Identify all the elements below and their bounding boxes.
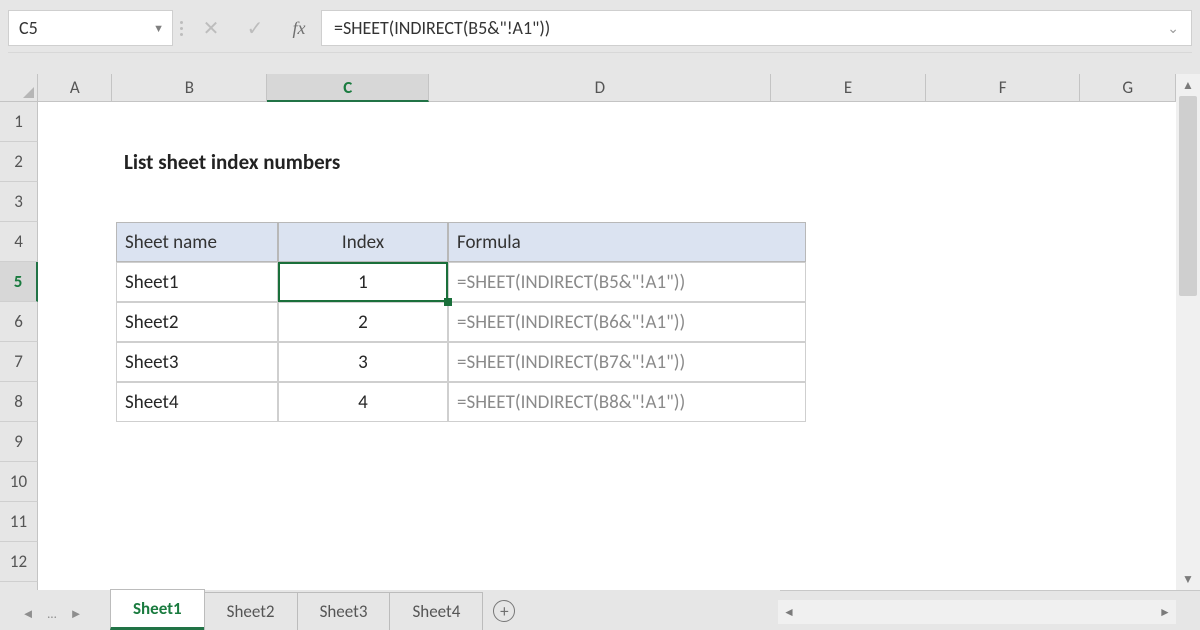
chevron-up-icon: ▲ xyxy=(1182,78,1194,93)
row-1 xyxy=(38,102,1176,142)
col-header-G[interactable]: G xyxy=(1080,74,1175,101)
cell-D5[interactable]: =SHEET(INDIRECT(B5&"!A1")) xyxy=(448,262,806,302)
chevron-right-icon: ► xyxy=(70,606,83,622)
row-4: Sheet name Index Formula xyxy=(38,222,1176,262)
name-box-resize-handle[interactable] xyxy=(173,10,189,46)
cell-C8[interactable]: 4 xyxy=(278,382,448,422)
row-2: List sheet index numbers xyxy=(38,142,1176,182)
row-header-12[interactable]: 12 xyxy=(0,542,38,582)
vertical-scrollbar[interactable]: ▲ ▼ xyxy=(1176,74,1200,590)
row-8: Sheet4 4 =SHEET(INDIRECT(B8&"!A1")) xyxy=(38,382,1176,422)
row-5: Sheet1 1 =SHEET(INDIRECT(B5&"!A1")) xyxy=(38,262,1176,302)
horizontal-scroll-track[interactable] xyxy=(800,603,1154,621)
scroll-left-button[interactable]: ◄ xyxy=(778,601,800,623)
formula-bar-expand-icon[interactable]: ⌄ xyxy=(1159,20,1179,37)
cell-B2[interactable]: List sheet index numbers xyxy=(116,142,716,182)
vertical-scroll-track[interactable] xyxy=(1176,96,1200,568)
plus-icon: + xyxy=(493,600,515,622)
col-header-C[interactable]: C xyxy=(267,74,429,102)
col-header-A[interactable]: A xyxy=(38,74,112,101)
insert-function-button[interactable]: fx xyxy=(277,10,321,46)
sheet-tab-sheet4[interactable]: Sheet4 xyxy=(389,592,483,630)
row-7: Sheet3 3 =SHEET(INDIRECT(B7&"!A1")) xyxy=(38,342,1176,382)
formula-bar-area: C5 ▼ ✕ ✓ fx =SHEET(INDIRECT(B5&"!A1")) ⌄ xyxy=(0,0,1200,61)
column-headers[interactable]: A B C D E F G xyxy=(38,74,1176,102)
row-3 xyxy=(38,182,1176,222)
row-header-1[interactable]: 1 xyxy=(0,102,38,142)
sheet-tab-bar: ◄ … ► Sheet1 Sheet2 Sheet3 Sheet4 + xyxy=(0,590,780,630)
col-header-D[interactable]: D xyxy=(429,74,771,101)
name-box[interactable]: C5 ▼ xyxy=(8,10,173,46)
cell-B4[interactable]: Sheet name xyxy=(116,222,278,262)
scroll-down-button[interactable]: ▼ xyxy=(1176,568,1200,590)
tab-nav: ◄ … ► xyxy=(18,606,86,630)
col-header-B[interactable]: B xyxy=(112,74,267,101)
worksheet-grid[interactable]: A B C D E F G 1 2 3 4 5 6 7 8 9 10 11 12… xyxy=(0,74,1176,590)
fill-handle[interactable] xyxy=(444,298,452,306)
formula-text: =SHEET(INDIRECT(B5&"!A1")) xyxy=(334,17,550,39)
formula-bar-divider xyxy=(8,52,1192,53)
formula-input[interactable]: =SHEET(INDIRECT(B5&"!A1")) ⌄ xyxy=(321,10,1192,46)
cell-B8[interactable]: Sheet4 xyxy=(116,382,278,422)
vertical-scroll-thumb[interactable] xyxy=(1179,96,1197,296)
sheet-tab-sheet2[interactable]: Sheet2 xyxy=(204,592,298,630)
cell-C7[interactable]: 3 xyxy=(278,342,448,382)
sheet-tab-sheet1[interactable]: Sheet1 xyxy=(110,589,205,630)
horizontal-scrollbar[interactable]: ◄ ► xyxy=(778,600,1176,624)
row-header-11[interactable]: 11 xyxy=(0,502,38,542)
tab-nav-prev[interactable]: ◄ xyxy=(18,606,38,622)
row-header-6[interactable]: 6 xyxy=(0,302,38,342)
col-header-F[interactable]: F xyxy=(926,74,1081,101)
name-box-dropdown-icon[interactable]: ▼ xyxy=(153,22,164,35)
enter-button[interactable]: ✓ xyxy=(233,10,277,46)
cell-C4[interactable]: Index xyxy=(278,222,448,262)
formula-bar: C5 ▼ ✕ ✓ fx =SHEET(INDIRECT(B5&"!A1")) ⌄ xyxy=(8,10,1192,46)
sheet-tab-sheet3[interactable]: Sheet3 xyxy=(297,592,391,630)
cell-D4[interactable]: Formula xyxy=(448,222,806,262)
row-6: Sheet2 2 =SHEET(INDIRECT(B6&"!A1")) xyxy=(38,302,1176,342)
fx-icon: fx xyxy=(293,18,306,39)
row-header-13[interactable]: 13 xyxy=(0,582,38,590)
new-sheet-button[interactable]: + xyxy=(482,592,526,630)
scroll-right-button[interactable]: ► xyxy=(1154,601,1176,623)
row-header-3[interactable]: 3 xyxy=(0,182,38,222)
name-box-value: C5 xyxy=(19,17,38,39)
cell-D8[interactable]: =SHEET(INDIRECT(B8&"!A1")) xyxy=(448,382,806,422)
sheet-tabs: Sheet1 Sheet2 Sheet3 Sheet4 + xyxy=(110,589,526,630)
scroll-up-button[interactable]: ▲ xyxy=(1176,74,1200,96)
tab-nav-more[interactable]: … xyxy=(42,606,62,622)
row-headers[interactable]: 1 2 3 4 5 6 7 8 9 10 11 12 13 xyxy=(0,102,38,590)
cells-area[interactable]: List sheet index numbers Sheet name Inde… xyxy=(38,102,1176,590)
chevron-right-icon: ► xyxy=(1159,605,1171,620)
row-header-10[interactable]: 10 xyxy=(0,462,38,502)
cell-D6[interactable]: =SHEET(INDIRECT(B6&"!A1")) xyxy=(448,302,806,342)
cell-B7[interactable]: Sheet3 xyxy=(116,342,278,382)
row-header-5[interactable]: 5 xyxy=(0,262,38,302)
excel-window: C5 ▼ ✕ ✓ fx =SHEET(INDIRECT(B5&"!A1")) ⌄… xyxy=(0,0,1200,630)
row-header-8[interactable]: 8 xyxy=(0,382,38,422)
chevron-down-icon: ▼ xyxy=(1182,572,1194,587)
cell-B5[interactable]: Sheet1 xyxy=(116,262,278,302)
select-all-corner[interactable] xyxy=(0,74,38,102)
cell-D7[interactable]: =SHEET(INDIRECT(B7&"!A1")) xyxy=(448,342,806,382)
tab-nav-next[interactable]: ► xyxy=(66,606,86,622)
row-header-9[interactable]: 9 xyxy=(0,422,38,462)
row-header-2[interactable]: 2 xyxy=(0,142,38,182)
chevron-left-icon: ◄ xyxy=(22,606,35,622)
cancel-button[interactable]: ✕ xyxy=(189,10,233,46)
check-icon: ✓ xyxy=(247,16,264,41)
chevron-left-icon: ◄ xyxy=(783,605,795,620)
row-header-7[interactable]: 7 xyxy=(0,342,38,382)
col-header-E[interactable]: E xyxy=(771,74,926,101)
cell-C6[interactable]: 2 xyxy=(278,302,448,342)
cancel-icon: ✕ xyxy=(203,16,220,41)
row-header-4[interactable]: 4 xyxy=(0,222,38,262)
ellipsis-icon: … xyxy=(48,607,57,622)
cell-C5[interactable]: 1 xyxy=(278,262,448,302)
cell-B6[interactable]: Sheet2 xyxy=(116,302,278,342)
